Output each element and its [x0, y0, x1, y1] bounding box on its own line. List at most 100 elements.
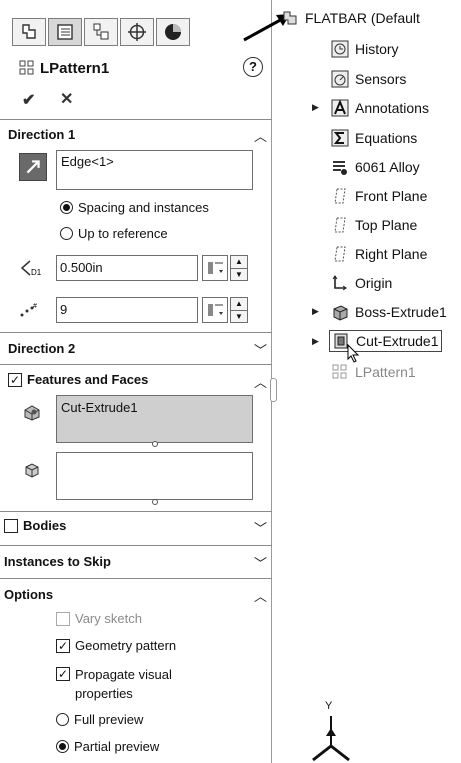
features-and-faces-header[interactable]: ✓ Features and Faces ︿: [0, 368, 272, 394]
feature-title-row: LPattern1 ?: [0, 52, 272, 84]
part-icon: [283, 11, 297, 25]
bodies-label: Bodies: [23, 518, 67, 533]
propagate-label-line2: properties: [75, 686, 133, 701]
reverse-direction-icon: [26, 160, 40, 174]
up-to-reference-radio[interactable]: Up to reference: [60, 226, 168, 241]
instances-to-skip-header[interactable]: Instances to Skip ﹀: [0, 549, 272, 575]
chevron-down-icon[interactable]: ﹀: [254, 553, 267, 572]
display-manager-tab[interactable]: [156, 18, 190, 46]
radio-selected-icon: [56, 740, 69, 753]
up-to-reference-label: Up to reference: [78, 226, 168, 241]
property-manager-tab[interactable]: [48, 18, 82, 46]
svg-text:D1: D1: [31, 268, 42, 277]
tree-item-annotations[interactable]: Annotations: [331, 99, 429, 117]
radio-unselected-icon: [56, 713, 69, 726]
faces-to-pattern-list[interactable]: [56, 452, 253, 500]
features-to-pattern-list[interactable]: Cut-Extrude1: [56, 395, 253, 443]
resize-handle[interactable]: [152, 441, 158, 447]
annotations-icon: [331, 99, 349, 117]
triad-axes-icon: [312, 716, 350, 762]
direction2-header[interactable]: Direction 2 ﹀: [0, 336, 272, 362]
instances-spinner[interactable]: ▲ ▼: [230, 297, 248, 323]
tree-item-lpattern1[interactable]: LPattern1: [331, 363, 416, 381]
instances-value: 9: [60, 302, 68, 317]
divider: [0, 511, 272, 512]
tree-item-label: Cut-Extrude1: [356, 333, 439, 349]
tree-item-sensors[interactable]: Sensors: [331, 70, 406, 88]
instances-unit-dropdown[interactable]: [202, 297, 228, 323]
panel-resize-grip[interactable]: [270, 378, 277, 402]
bodies-header[interactable]: Bodies ﹀: [0, 514, 272, 540]
history-icon: [331, 40, 349, 58]
vary-sketch-label: Vary sketch: [75, 611, 142, 626]
full-preview-label: Full preview: [74, 712, 144, 727]
tree-item-history[interactable]: History: [331, 40, 399, 58]
material-icon: [333, 161, 347, 175]
mouse-pointer-icon: [347, 344, 360, 363]
spacing-and-instances-radio[interactable]: Spacing and instances: [60, 200, 209, 215]
propagate-visual-properties-checkbox[interactable]: ✓ Propagate visual properties: [56, 665, 172, 703]
feature-manager-tab[interactable]: [12, 18, 46, 46]
checkbox-unchecked-icon: [56, 611, 70, 626]
tree-item-equations[interactable]: Equations: [331, 129, 417, 147]
partial-preview-radio[interactable]: Partial preview: [56, 739, 159, 754]
spacing-unit-dropdown[interactable]: [202, 255, 228, 281]
direction1-header[interactable]: Direction 1 ︿: [0, 122, 272, 148]
linear-pattern-icon: [332, 364, 347, 379]
linear-pattern-icon: [19, 60, 34, 75]
tree-root-part[interactable]: FLATBAR (Default: [281, 9, 420, 27]
instances-icon: #: [20, 303, 37, 317]
spacing-spinner[interactable]: ▲ ▼: [230, 255, 248, 281]
features-list-item[interactable]: Cut-Extrude1: [61, 400, 138, 415]
tree-item-material[interactable]: 6061 Alloy: [331, 158, 420, 176]
tree-item-top-plane[interactable]: Top Plane: [331, 216, 417, 234]
dimension-dropdown-icon: [208, 304, 223, 316]
resize-handle[interactable]: [152, 499, 158, 505]
geometry-pattern-checkbox[interactable]: ✓ Geometry pattern: [56, 638, 176, 653]
tree-item-right-plane[interactable]: Right Plane: [331, 245, 427, 263]
plane-icon: [334, 246, 346, 262]
help-button[interactable]: ?: [243, 57, 263, 77]
direction1-edge-field[interactable]: Edge<1>: [56, 150, 253, 190]
propagate-label-line1: Propagate visual: [75, 667, 172, 682]
options-header[interactable]: Options ︿: [0, 582, 272, 608]
divider: [0, 332, 272, 333]
instances-input[interactable]: 9: [56, 297, 198, 323]
vary-sketch-checkbox[interactable]: Vary sketch: [56, 611, 142, 626]
cancel-button[interactable]: ✕: [60, 89, 73, 109]
direction1-label: Direction 1: [8, 127, 76, 142]
sensors-icon: [331, 70, 349, 88]
manager-tabs: [12, 18, 192, 48]
chevron-down-icon[interactable]: ﹀: [254, 518, 267, 537]
chevron-up-icon[interactable]: ︿: [254, 372, 267, 391]
bodies-checkbox[interactable]: Bodies: [4, 518, 66, 533]
chevron-down-icon[interactable]: ﹀: [254, 340, 267, 359]
spacing-input[interactable]: 0.500in: [56, 255, 198, 281]
tree-item-origin[interactable]: Origin: [331, 274, 392, 292]
tree-item-label: Front Plane: [355, 188, 428, 204]
configuration-manager-tab[interactable]: [84, 18, 118, 46]
chevron-up-icon[interactable]: ︿: [254, 126, 267, 145]
ok-button[interactable]: ✔: [22, 90, 35, 110]
ok-cancel-row: ✔ ✕: [0, 88, 272, 112]
dimxpert-manager-tab[interactable]: [120, 18, 154, 46]
tree-item-front-plane[interactable]: Front Plane: [331, 187, 427, 205]
expand-triangle-icon[interactable]: ▶: [312, 306, 319, 317]
dimension-dropdown-icon: [208, 262, 223, 274]
expand-triangle-icon[interactable]: ▶: [312, 102, 319, 113]
tree-item-boss-extrude1[interactable]: Boss-Extrude1: [331, 303, 447, 321]
chevron-up-icon[interactable]: ︿: [254, 586, 267, 605]
expand-triangle-icon[interactable]: ▶: [312, 336, 319, 347]
geometry-pattern-label: Geometry pattern: [75, 638, 177, 653]
feature-manager-icon: [22, 24, 36, 39]
tree-item-label: Top Plane: [355, 217, 418, 233]
checkbox-checked-icon: ✓: [56, 638, 70, 653]
reverse-direction-button[interactable]: [19, 153, 47, 181]
features-and-faces-checkbox[interactable]: ✓ Features and Faces: [8, 372, 148, 387]
triad-y-label: Y: [325, 700, 333, 712]
tree-root-label: FLATBAR (Default: [305, 10, 420, 26]
options-label: Options: [4, 587, 54, 602]
full-preview-radio[interactable]: Full preview: [56, 712, 143, 727]
spacing-icon: D1: [20, 260, 42, 277]
direction1-edge-value: Edge<1>: [61, 154, 114, 169]
